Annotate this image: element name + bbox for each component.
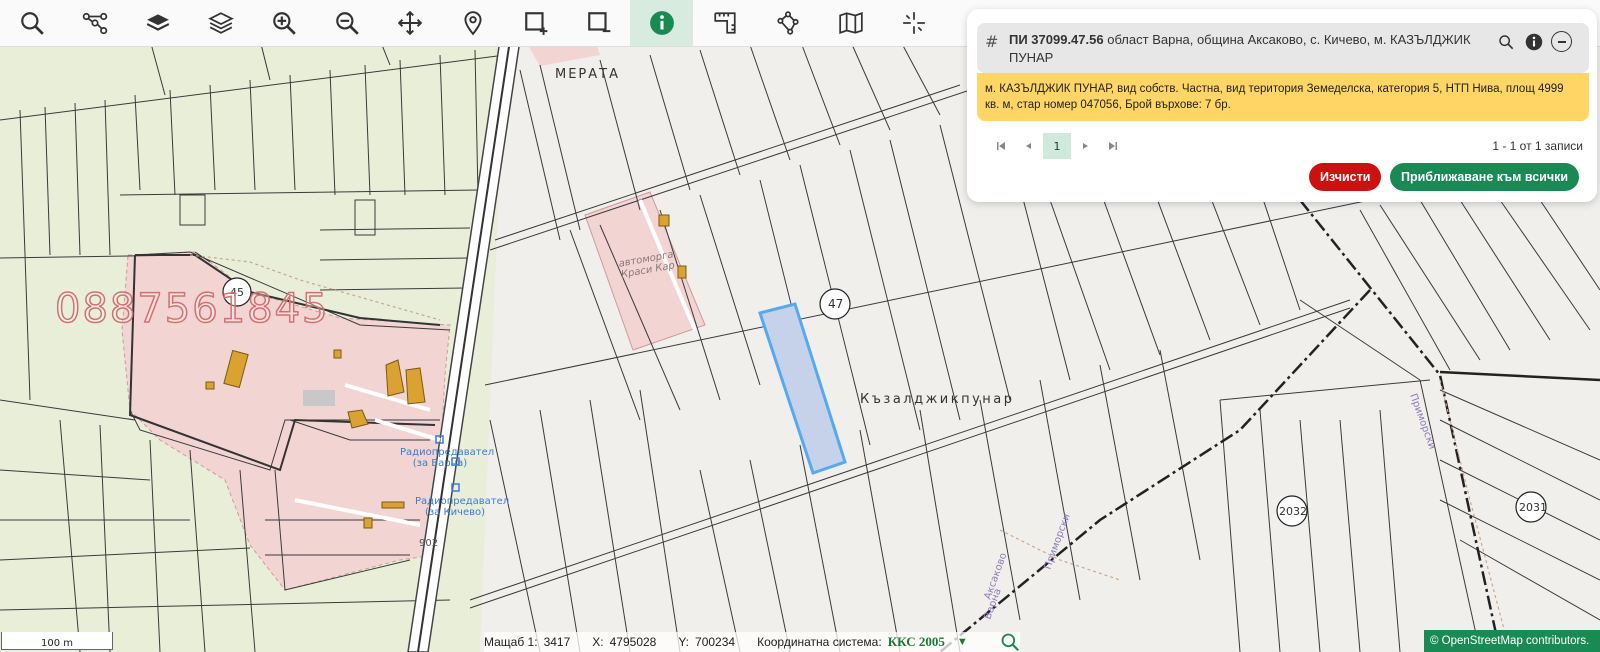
select-add-tool-button[interactable] [504, 0, 567, 46]
scale-value: 3417 [543, 635, 571, 649]
select-remove-tool-button[interactable] [567, 0, 630, 46]
parcel-info-panel: # ПИ 37099.47.56 област Варна, община Ак… [967, 9, 1597, 202]
last-page-icon [1109, 142, 1117, 150]
parcel-details-button[interactable] [1523, 31, 1545, 53]
crs-select[interactable]: ККС 2005 [888, 634, 945, 650]
layers-outline-icon [207, 12, 234, 34]
select-add-icon [524, 12, 547, 35]
clear-button[interactable]: Изчисти [1309, 163, 1382, 191]
x-value: 4795028 [609, 635, 657, 649]
zoom-out-tool-button[interactable] [315, 0, 378, 46]
zoom-to-all-button[interactable]: Приближаване към всички [1390, 163, 1580, 191]
info-icon [1525, 33, 1543, 51]
search-icon[interactable] [1000, 632, 1020, 652]
minus-icon [1557, 40, 1566, 43]
locality-label-kazaldzhik: Къзалджикпунар [860, 392, 1015, 407]
last-page-button[interactable] [1099, 133, 1127, 159]
pan-tool-button[interactable] [378, 0, 441, 46]
grey-structure [303, 390, 335, 406]
phone-watermark: 0887561845 [54, 285, 330, 333]
measure-tool-button[interactable] [693, 0, 756, 46]
map-tool-button[interactable] [819, 0, 882, 46]
grid-icon: # [985, 32, 999, 51]
radio-label-1: Радиопредавател (за Варна) [400, 447, 495, 469]
prev-page-button[interactable] [1015, 133, 1043, 159]
y-label: Y: [678, 635, 690, 649]
info-icon [649, 11, 674, 35]
crosshair-icon [902, 12, 925, 34]
folded-map-icon [838, 12, 863, 34]
road-number-902: 902 [419, 538, 439, 549]
panel-header: # ПИ 37099.47.56 област Варна, община Ак… [977, 23, 1589, 73]
y-value: 700234 [695, 635, 736, 649]
locality-label-merata: МЕРАТА [555, 67, 620, 82]
coordinates-tool-button[interactable] [882, 0, 945, 46]
first-page-icon [997, 142, 1005, 150]
zoom-to-parcel-button[interactable] [1495, 31, 1517, 53]
pagination: 1 [987, 133, 1127, 159]
radio-label-2: Радиопредавател (за Кичево) [415, 496, 510, 518]
route-tool-button[interactable] [63, 0, 126, 46]
ruler-icon [713, 12, 736, 34]
next-page-button[interactable] [1071, 133, 1099, 159]
layers-tool-button[interactable] [126, 0, 189, 46]
parcel-id: ПИ 37099.47.56 [1009, 32, 1104, 47]
zoom-in-icon [272, 12, 296, 35]
zoom-in-tool-button[interactable] [252, 0, 315, 46]
polygon-tool-button[interactable] [756, 0, 819, 46]
parcel-title: ПИ 37099.47.56 област Варна, община Акса… [1009, 31, 1499, 67]
info-tool-button[interactable] [630, 0, 693, 46]
scale-bar: 100 m [1, 632, 113, 650]
records-count: 1 - 1 от 1 записи [1492, 139, 1583, 153]
layers-filled-icon [146, 14, 169, 31]
polygon-icon [776, 11, 799, 35]
next-page-icon [1083, 143, 1088, 149]
crs-label: Координатна система: [757, 635, 882, 649]
scale-label: Мащаб 1: [484, 635, 538, 649]
chevron-down-icon[interactable]: ▼ [957, 636, 968, 648]
first-page-button[interactable] [987, 133, 1015, 159]
layers-outline-tool-button[interactable] [189, 0, 252, 46]
search-tool-button[interactable] [0, 0, 63, 46]
parcel-number-2032: 2032 [1279, 505, 1307, 518]
parcel-number-2031: 2031 [1519, 501, 1547, 514]
search-icon [20, 12, 44, 35]
prev-page-icon [1026, 143, 1031, 149]
map-attribution[interactable]: © OpenStreetMap contributors. [1424, 630, 1600, 652]
zoom-out-icon [335, 12, 359, 35]
location-tool-button[interactable] [441, 0, 504, 46]
network-icon [82, 12, 107, 35]
parcel-description: м. КАЗЪЛДЖИК ПУНАР, вид собств. Частна, … [977, 73, 1589, 121]
parcel-number-47: 47 [828, 297, 844, 311]
map-pin-icon [463, 11, 482, 36]
collapse-panel-button[interactable] [1551, 31, 1572, 52]
move-icon [397, 10, 422, 36]
search-icon [1499, 35, 1514, 50]
x-label: X: [592, 635, 604, 649]
select-remove-icon [587, 12, 610, 33]
current-page[interactable]: 1 [1043, 133, 1071, 159]
status-bar: Мащаб 1: 3417 X: 4795028 Y: 700234 Коорд… [484, 632, 1020, 652]
